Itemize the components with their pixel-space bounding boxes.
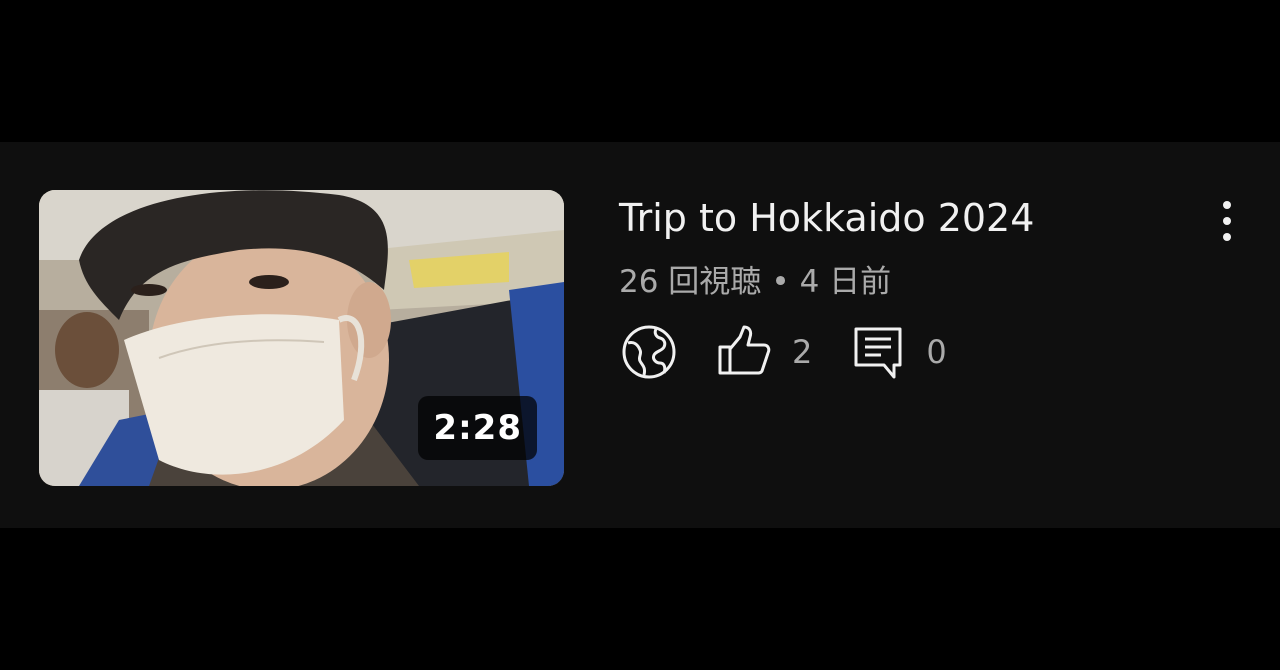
more-vert-icon — [1223, 201, 1231, 241]
page: 2:28 Trip to Hokkaido 2024 26 回視聴•4 日前 — [0, 0, 1280, 670]
video-title[interactable]: Trip to Hokkaido 2024 — [619, 194, 1034, 242]
comment-icon — [850, 323, 908, 381]
video-thumbnail[interactable]: 2:28 — [39, 190, 564, 486]
like-button[interactable]: 2 — [716, 323, 812, 381]
video-metadata: 26 回視聴 • 4 日前 — [619, 262, 891, 302]
view-count: 26 回視聴 — [619, 264, 762, 300]
comment-count: 0 — [926, 333, 947, 371]
meta-separator: • — [771, 264, 790, 300]
thumb-up-icon — [716, 323, 774, 381]
globe-icon — [620, 323, 678, 381]
like-count: 2 — [792, 333, 813, 371]
more-options-button[interactable] — [1204, 194, 1250, 248]
comments-button[interactable]: 0 — [850, 323, 947, 381]
video-card[interactable]: 2:28 Trip to Hokkaido 2024 26 回視聴•4 日前 — [0, 142, 1280, 528]
video-stats: 2 0 — [620, 322, 947, 382]
duration-badge: 2:28 — [418, 396, 537, 460]
upload-age: 4 日前 — [799, 264, 892, 300]
